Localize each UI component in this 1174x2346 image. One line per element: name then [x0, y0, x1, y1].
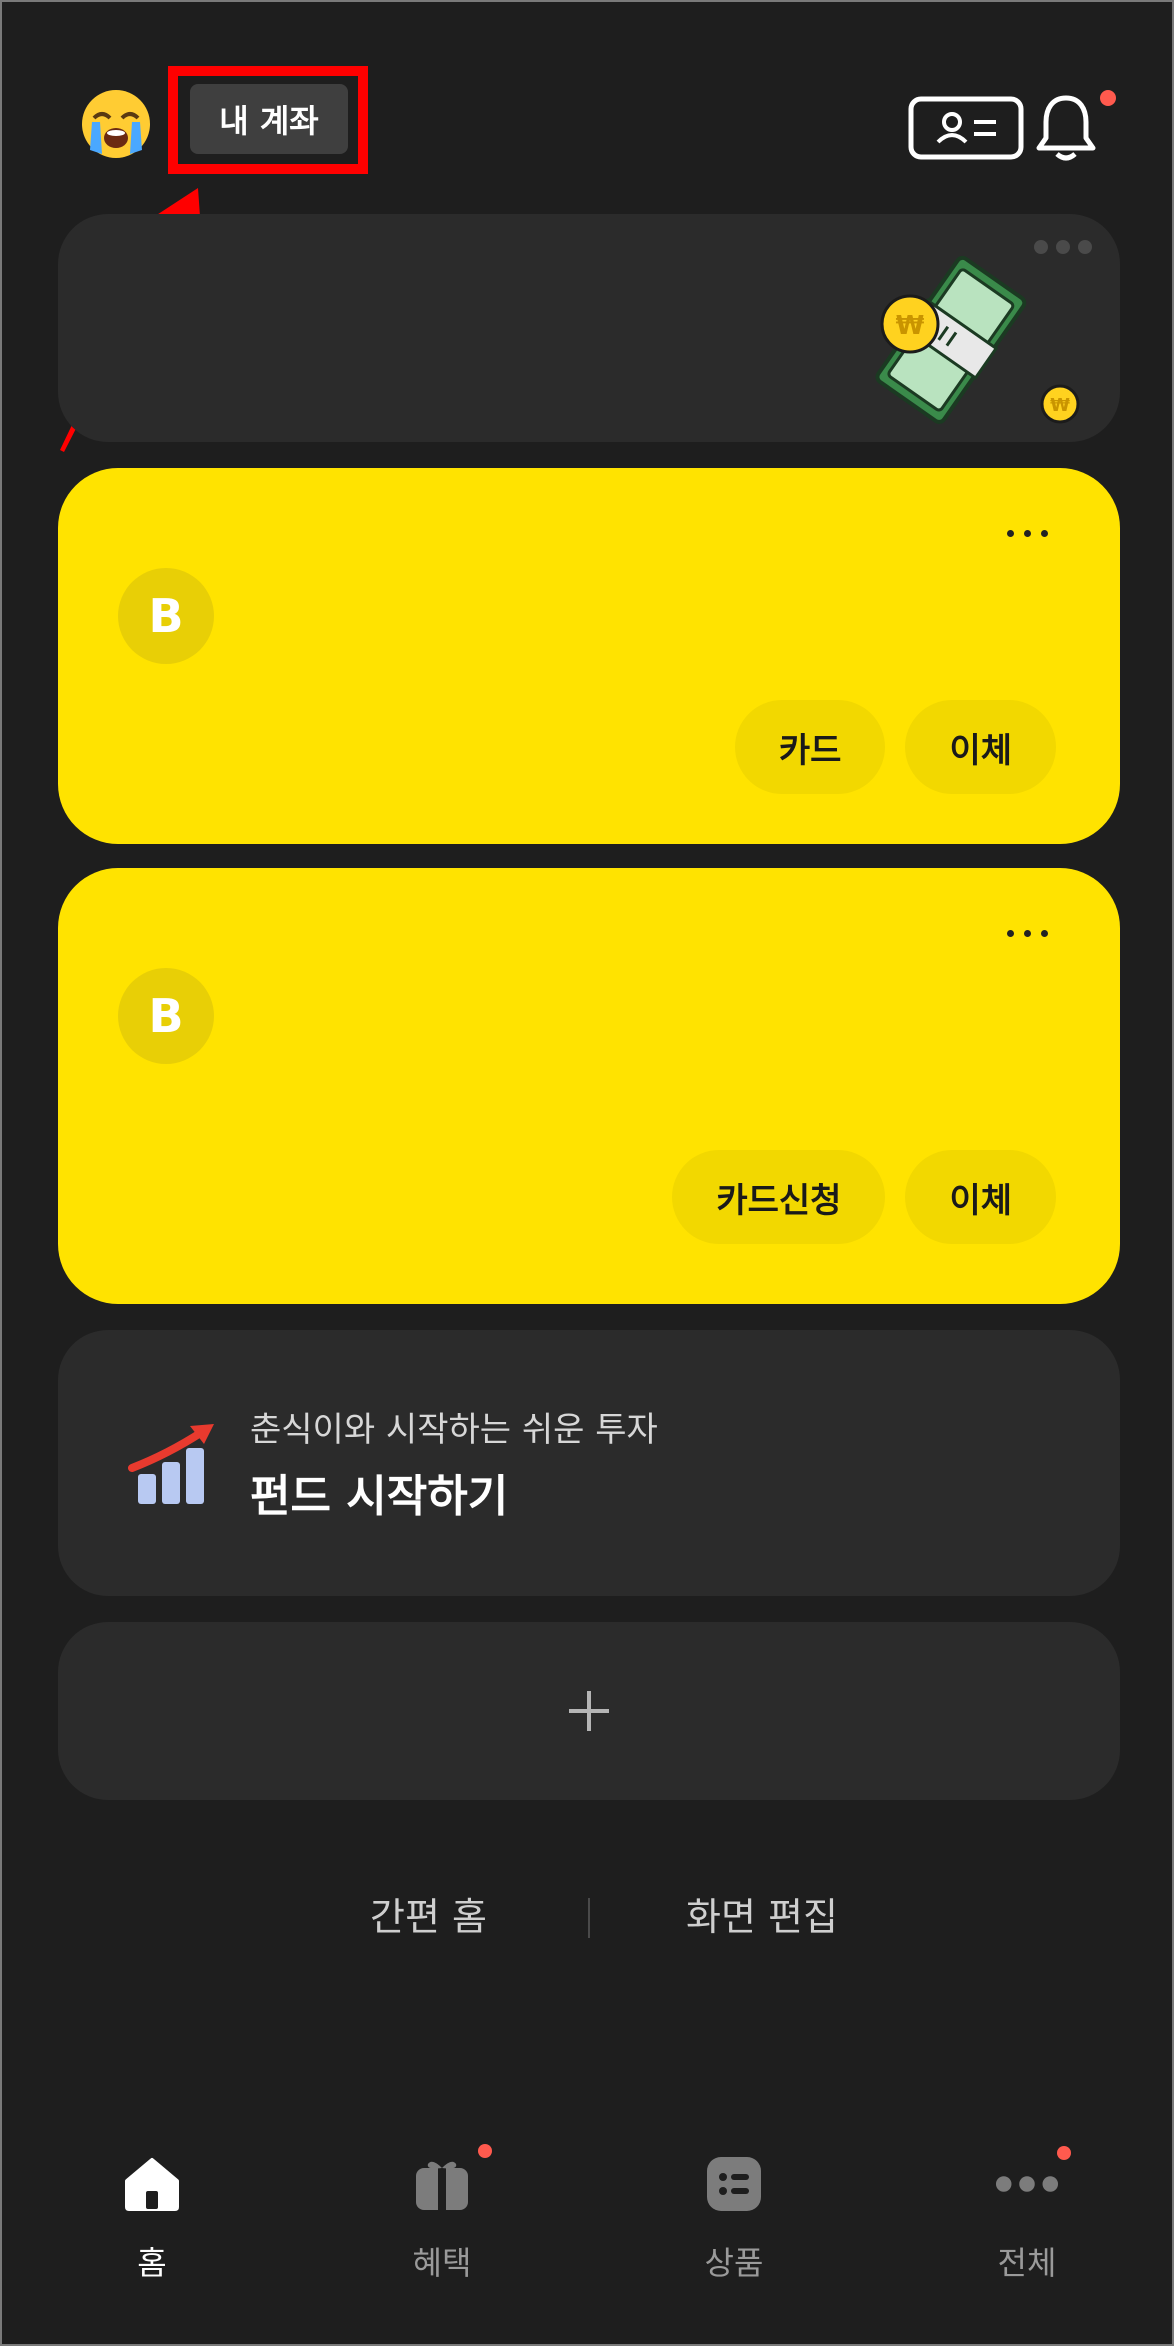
bottom-tab-bar: 홈 혜택 상품 전체 [2, 2144, 1172, 2302]
footer-links: 간편 홈 화면 편집 [2, 1886, 1172, 1956]
edit-screen-link[interactable]: 화면 편집 [686, 1886, 838, 1941]
plus-icon [569, 1691, 609, 1731]
card-actions: 카드 이체 [734, 700, 1056, 794]
fund-start-card[interactable]: 춘식이와 시작하는 쉬운 투자 펀드 시작하기 [58, 1330, 1120, 1596]
more-icon [995, 2146, 1071, 2216]
tab-label: 상품 [704, 2244, 764, 2282]
tab-label: 혜택 [412, 2244, 472, 2282]
fund-title: 펀드 시작하기 [250, 1471, 509, 1522]
tab-label: 홈 [137, 2244, 167, 2282]
bank-logo: B [118, 968, 214, 1064]
card-actions: 카드신청 이체 [672, 1150, 1056, 1244]
bank-logo-letter: B [148, 989, 184, 1043]
notification-badge [1100, 90, 1116, 106]
transfer-button[interactable]: 이체 [905, 1150, 1056, 1244]
tab-all[interactable]: 전체 [937, 2146, 1117, 2302]
bank-logo-letter: B [148, 589, 184, 643]
card-more-icon[interactable] [1007, 930, 1048, 937]
transfer-button[interactable]: 이체 [905, 700, 1056, 794]
crying-face-icon [82, 90, 150, 158]
card-more-icon[interactable] [1007, 530, 1048, 537]
bank-logo: B [118, 568, 214, 664]
id-card-icon [908, 96, 1024, 160]
card-button[interactable]: 카드 [734, 700, 886, 794]
gift-icon [410, 2144, 492, 2216]
home-icon [120, 2152, 184, 2216]
card-apply-button[interactable]: 카드신청 [672, 1150, 886, 1244]
add-item-button[interactable] [58, 1622, 1120, 1800]
rising-chart-icon [128, 1424, 214, 1504]
tab-benefit[interactable]: 혜택 [352, 2144, 532, 2302]
account-card[interactable]: B 카드신청 이체 [58, 868, 1120, 1304]
profile-avatar[interactable] [80, 88, 152, 160]
list-icon [702, 2152, 766, 2216]
promo-banner[interactable]: ₩ ₩ [58, 214, 1120, 442]
notification-button[interactable] [1026, 90, 1106, 166]
money-bundle-illustration: ₩ ₩ [875, 255, 1080, 424]
bell-icon [1036, 95, 1096, 161]
tab-label: 전체 [997, 2244, 1057, 2282]
tab-home[interactable]: 홈 [62, 2152, 242, 2302]
fund-subtitle: 춘식이와 시작하는 쉬운 투자 [250, 1410, 658, 1450]
app-screen: 내 계좌 ₩ ₩ B 카드 이체 B 카드신청 이체 춘식이와 시작하는 쉬운 … [0, 0, 1174, 2346]
svg-text:₩: ₩ [896, 311, 925, 341]
tab-product[interactable]: 상품 [644, 2152, 824, 2302]
svg-text:₩: ₩ [1050, 395, 1070, 416]
all-badge [1057, 2146, 1071, 2160]
divider [588, 1898, 590, 1938]
benefit-badge [478, 2144, 492, 2158]
highlight-box [168, 66, 368, 174]
simple-home-link[interactable]: 간편 홈 [370, 1886, 487, 1941]
id-card-button[interactable] [906, 92, 1026, 164]
account-card[interactable]: B 카드 이체 [58, 468, 1120, 844]
